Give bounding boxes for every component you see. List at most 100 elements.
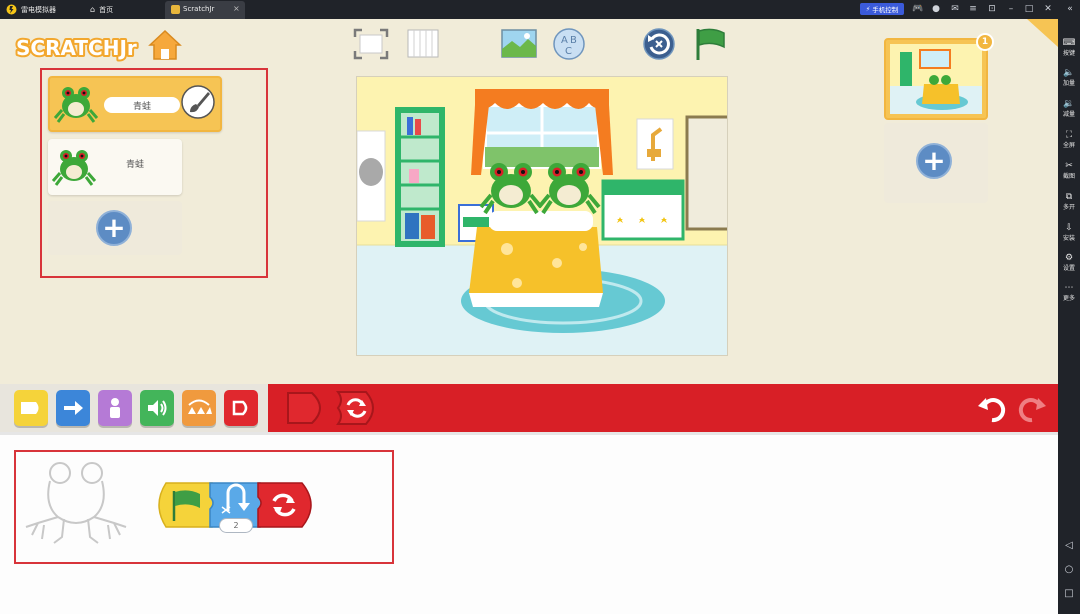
frog-sprite-outline [25,462,127,544]
emulator-titlebar: 雷电模拟器 ⌂ 首页 ScratchJr × ⚡ 手机控制 🎮 ● ✉ ≡ ⊡ … [0,0,1080,19]
triggering-blocks-category[interactable] [14,390,48,426]
sprite-name-field[interactable]: 青蛙 [104,97,180,113]
sidebar-install-button[interactable]: ⇩ 安装 [1058,218,1080,246]
sidebar-install-label: 安装 [1062,234,1075,242]
control-blocks-category[interactable] [182,390,216,426]
scratchjr-tab-icon [171,5,180,14]
motion-blocks-category[interactable] [56,390,90,426]
sidebar-settings-label: 设置 [1062,264,1075,272]
sidebar-multi-label: 多开 [1062,203,1075,211]
sidebar-volume-up-label: 加量 [1062,79,1075,87]
tab-home[interactable]: ⌂ 首页 [90,0,113,19]
change-background-button[interactable] [500,27,538,61]
looks-blocks-category[interactable] [98,390,132,426]
start-on-green-flag-block[interactable] [158,482,216,528]
plus-icon: + [102,211,126,244]
control-flow-icon [188,399,212,414]
end-block[interactable] [286,389,330,427]
sprite-card-selected[interactable]: 青蛙 [48,76,222,132]
green-flag-button[interactable] [692,27,730,61]
presentation-mode-button[interactable] [352,27,390,61]
repeat-forever-block[interactable] [336,388,382,428]
undo-button[interactable] [976,392,1008,424]
window-pin-icon[interactable]: ⊡ [986,3,998,15]
sidebar-volume-up-button[interactable]: 🔈 加量 [1058,63,1080,91]
person-icon [110,398,120,418]
scripts-area[interactable]: 2 [0,432,1058,614]
sprite-name-label: 青蛙 [126,160,145,170]
frog-sprite-on-stage[interactable] [537,157,601,215]
logo-text: SCRATCHJr [16,36,137,60]
add-page-button[interactable]: + [916,143,952,179]
sound-blocks-category[interactable] [140,390,174,426]
repeat-forever-script-block[interactable] [257,482,312,528]
tab-close-icon[interactable]: × [233,4,240,13]
install-icon: ⇩ [1065,222,1073,233]
end-block-icon [232,400,248,416]
sidebar-fullscreen-button[interactable]: ⛶ 全屏 [1058,125,1080,153]
sidebar-multi-button[interactable]: ⧉ 多开 [1058,187,1080,215]
mail-icon[interactable]: ✉ [949,3,961,15]
nav-home-icon[interactable]: ○ [1058,561,1080,577]
scissors-icon: ✂ [1065,160,1073,171]
sidebar-more-button[interactable]: ⋯ 更多 [1058,278,1080,306]
tab-scratchjr[interactable]: ScratchJr × [165,1,245,19]
sidebar-volume-down-label: 减量 [1062,110,1075,118]
minimize-icon[interactable]: – [1005,3,1017,15]
frog-sprite-on-stage[interactable] [479,157,543,215]
hop-count-field[interactable]: 2 [219,518,253,533]
collapse-sidebar-icon[interactable]: « [1064,3,1076,15]
trigger-block-icon [21,402,39,414]
reset-characters-button[interactable] [640,27,678,61]
sidebar-screenshot-button[interactable]: ✂ 截图 [1058,156,1080,184]
bedroom-background [357,77,727,355]
sidebar-keymap-label: 按键 [1062,49,1075,57]
emulator-sidebar: ⌨ 按键 🔈 加量 🔉 减量 ⛶ 全屏 ✂ 截图 ⧉ 多开 ⇩ 安装 ⚙ 设置 … [1058,19,1080,614]
page-thumbnail-selected[interactable] [884,38,988,120]
plus-icon: + [922,144,946,177]
add-sprite-card[interactable]: + [48,201,182,255]
svg-text:A: A [561,35,568,46]
sidebar-keymap-button[interactable]: ⌨ 按键 [1058,33,1080,61]
nav-back-icon[interactable]: ◁ [1058,537,1080,553]
add-text-button[interactable]: A B C [550,27,588,61]
gear-icon: ⚙ [1064,252,1074,263]
sidebar-more-label: 更多 [1062,294,1075,302]
menu-icon[interactable]: ≡ [967,3,979,15]
tab-scratchjr-label: ScratchJr [183,5,215,13]
home-button[interactable] [146,28,184,62]
nav-recents-icon[interactable]: □ [1058,585,1080,601]
sprite-card[interactable]: 青蛙 [48,139,182,195]
phone-control-button[interactable]: ⚡ 手机控制 [860,3,904,15]
scratchjr-logo[interactable]: SCRATCHJr SCRATCHJr [12,28,140,64]
page-thumbnail-image [890,44,982,114]
paint-editor-button[interactable] [180,84,216,120]
gamepad-icon[interactable]: 🎮 [912,3,924,15]
svg-text:C: C [565,46,572,57]
redo-button[interactable] [1016,392,1048,424]
add-page-card[interactable]: + [884,123,988,203]
svg-text:B: B [570,35,577,46]
user-icon[interactable]: ● [930,3,942,15]
lightning-icon: ⚡ [865,5,871,13]
keyboard-icon: ⌨ [1062,37,1076,48]
stage[interactable] [356,76,728,356]
home-icon: ⌂ [90,5,96,14]
maximize-icon[interactable]: □ [1023,3,1035,15]
arrow-right-icon [64,401,83,415]
volume-down-icon: 🔉 [1063,98,1075,109]
emulator-brand: 雷电模拟器 [6,0,56,19]
sidebar-screenshot-label: 截图 [1062,172,1075,180]
page-number-badge: 1 [976,33,994,51]
emulator-logo-icon [6,4,17,15]
end-blocks-category[interactable] [224,390,258,426]
sidebar-settings-button[interactable]: ⚙ 设置 [1058,248,1080,276]
scratchjr-app: SCRATCHJr SCRATCHJr A B C 青蛙 青蛙 + 1 + 2 [0,19,1058,614]
fullscreen-icon: ⛶ [1065,129,1073,140]
grid-toggle-button[interactable] [404,27,442,61]
close-icon[interactable]: ✕ [1042,3,1054,15]
sidebar-volume-down-button[interactable]: 🔉 减量 [1058,94,1080,122]
add-sprite-button[interactable]: + [96,210,132,246]
phone-control-label: 手机控制 [872,6,899,14]
sidebar-fullscreen-label: 全屏 [1062,141,1075,149]
